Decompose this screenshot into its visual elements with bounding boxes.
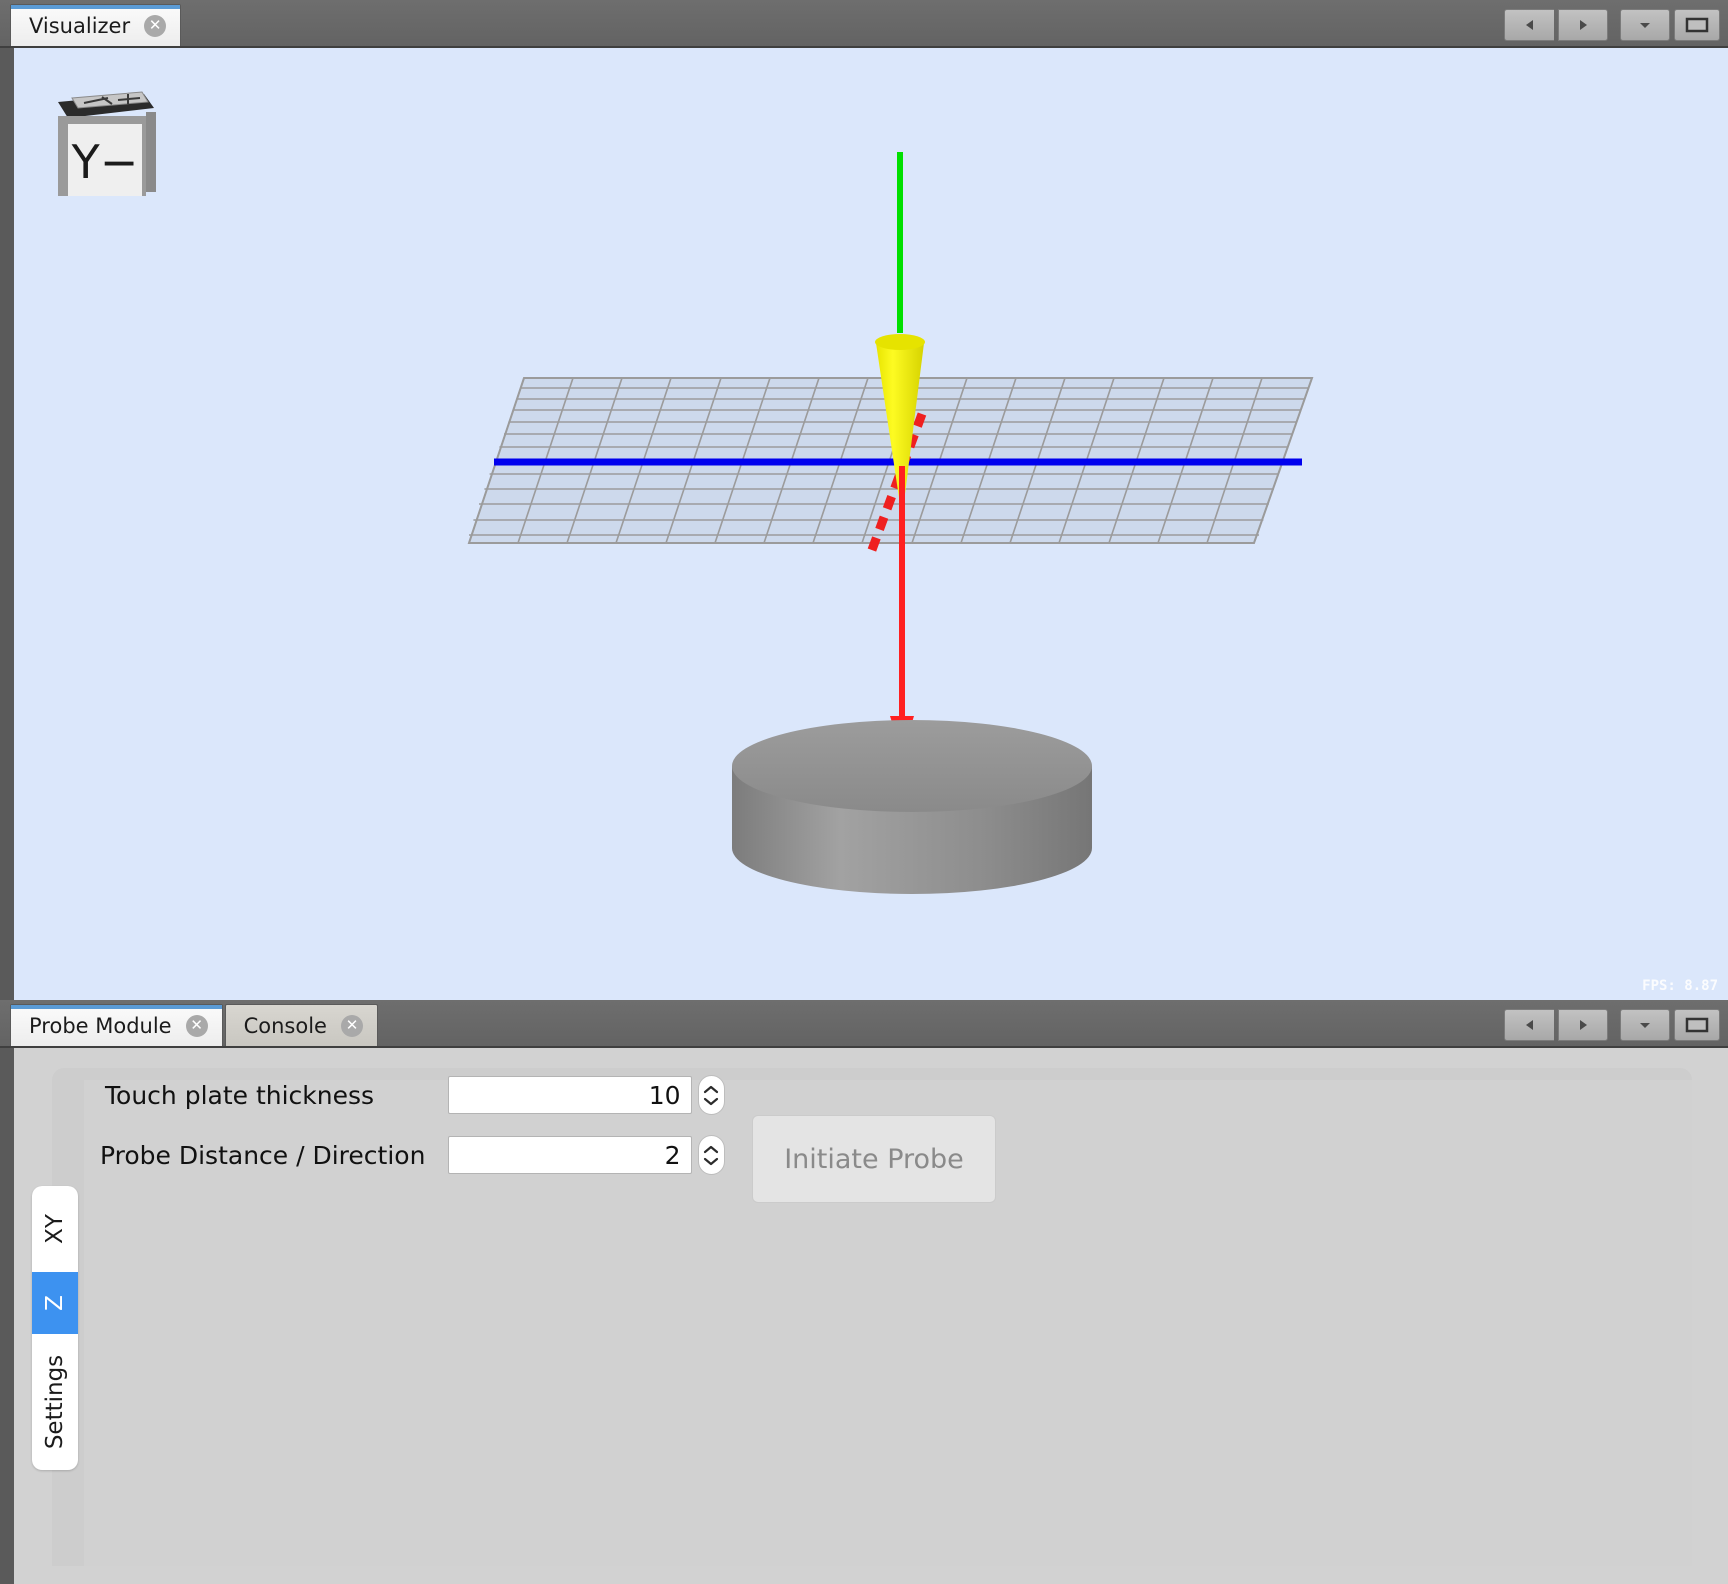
sidebar-item-settings[interactable]: Settings	[32, 1334, 78, 1470]
visualizer-tabstrip: Visualizer ✕	[0, 0, 183, 46]
close-icon[interactable]: ✕	[144, 14, 167, 37]
visualizer-3d-viewport[interactable]: Y− FPS: 8.87	[14, 48, 1728, 1000]
axis-orientation-cube[interactable]: Y−	[50, 74, 160, 204]
probe-distance-direction-stepper[interactable]	[697, 1135, 725, 1175]
sidebar-item-xy-label: XY	[42, 1214, 68, 1244]
application-window: Visualizer ✕ Y− FPS: 8.87 Probe Module ✕…	[0, 0, 1728, 1584]
maximize-icon[interactable]	[1674, 9, 1720, 41]
probe-module-panel: Probe Module ✕ Console ✕ XY Z Settings T…	[0, 1000, 1728, 1584]
touch-plate-thickness-stepper[interactable]	[697, 1075, 725, 1115]
tab-visualizer[interactable]: Visualizer ✕	[10, 4, 182, 46]
tab-console-label: Console	[243, 1013, 327, 1038]
touch-plate-thickness-input[interactable]	[447, 1076, 692, 1114]
chevron-down-icon	[704, 1097, 719, 1105]
probe-mode-rail: XY Z Settings	[32, 1186, 78, 1470]
chevron-down-icon[interactable]	[1620, 1009, 1670, 1041]
sidebar-item-settings-label: Settings	[42, 1354, 68, 1450]
close-icon[interactable]: ✕	[185, 1014, 208, 1037]
tab-console[interactable]: Console ✕	[224, 1004, 378, 1046]
nav-left-icon[interactable]	[1504, 9, 1554, 41]
row-touch-plate-thickness: Touch plate thickness	[105, 1075, 725, 1115]
sidebar-item-z[interactable]: Z	[32, 1272, 78, 1334]
probe-panel-tabstrip: Probe Module ✕ Console ✕	[0, 998, 380, 1046]
chevron-up-icon	[704, 1085, 719, 1093]
chevron-down-icon[interactable]	[1620, 9, 1670, 41]
close-icon[interactable]: ✕	[340, 1014, 363, 1037]
3d-scene	[467, 152, 1314, 894]
nav-right-icon[interactable]	[1558, 9, 1608, 41]
visualizer-panel: Visualizer ✕ Y− FPS: 8.87	[0, 0, 1728, 1000]
visualizer-window-controls	[1504, 9, 1720, 41]
chevron-down-icon	[704, 1157, 719, 1165]
initiate-probe-button[interactable]: Initiate Probe	[752, 1115, 996, 1203]
tab-probe-module-label: Probe Module	[29, 1013, 172, 1038]
fps-counter: FPS: 8.87	[1642, 978, 1718, 994]
row-probe-distance-direction: Probe Distance / Direction	[100, 1135, 725, 1175]
probe-distance-direction-input[interactable]	[447, 1136, 692, 1174]
sidebar-item-z-label: Z	[41, 1295, 68, 1311]
touch-plate-thickness-label: Touch plate thickness	[105, 1080, 375, 1110]
axis-cube-label: Y−	[71, 135, 139, 189]
maximize-icon[interactable]	[1674, 1009, 1720, 1041]
visualizer-title-bar: Visualizer ✕	[0, 0, 1728, 48]
touch-plate-cylinder	[732, 720, 1092, 894]
chevron-up-icon	[704, 1145, 719, 1153]
probe-panel-window-controls	[1504, 1009, 1720, 1041]
tab-visualizer-label: Visualizer	[29, 13, 131, 38]
probe-panel-title-bar: Probe Module ✕ Console ✕	[0, 1000, 1728, 1048]
nav-right-icon[interactable]	[1558, 1009, 1608, 1041]
sidebar-item-xy[interactable]: XY	[32, 1186, 78, 1272]
probe-distance-direction-label: Probe Distance / Direction	[100, 1140, 426, 1170]
tab-probe-module[interactable]: Probe Module ✕	[10, 1004, 223, 1046]
probe-panel-left-gutter	[0, 1048, 14, 1584]
visualizer-left-gutter	[0, 48, 14, 1000]
nav-left-icon[interactable]	[1504, 1009, 1554, 1041]
